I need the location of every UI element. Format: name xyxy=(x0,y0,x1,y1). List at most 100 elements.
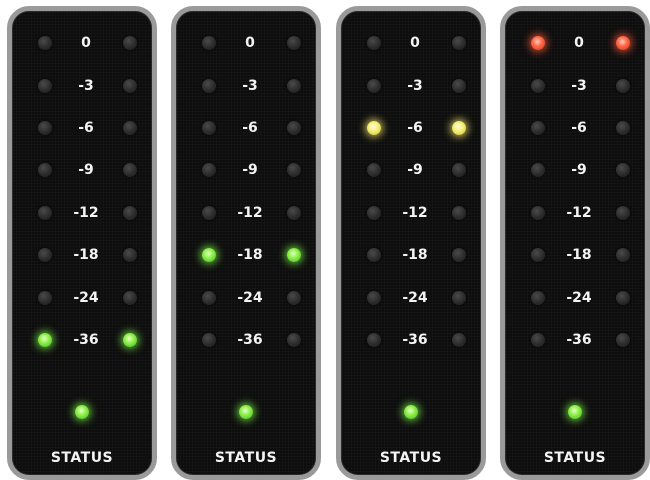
scale-label: -24 xyxy=(73,290,99,306)
left-level-led xyxy=(202,36,216,50)
meter-row-minus9: -9 xyxy=(505,160,645,180)
left-level-led xyxy=(202,291,216,305)
status-led xyxy=(568,405,582,419)
meter-row-minus9: -9 xyxy=(12,160,152,180)
scale-label: -12 xyxy=(237,205,263,221)
right-level-led xyxy=(287,248,301,262)
right-level-led xyxy=(287,206,301,220)
left-level-led xyxy=(202,333,216,347)
left-level-led xyxy=(38,333,52,347)
meter-row-minus24: -24 xyxy=(12,288,152,308)
status-label: STATUS xyxy=(543,450,607,466)
left-level-led xyxy=(38,206,52,220)
right-level-led xyxy=(616,79,630,93)
meter-row-minus18: -18 xyxy=(341,245,481,265)
status-label: STATUS xyxy=(214,450,278,466)
scale-label: -24 xyxy=(237,290,263,306)
scale-label: -3 xyxy=(242,78,258,94)
scale-label: -3 xyxy=(571,78,587,94)
right-level-led xyxy=(123,248,137,262)
meter-row-minus3: -3 xyxy=(176,76,316,96)
scale-label: -3 xyxy=(407,78,423,94)
meter-row-minus3: -3 xyxy=(12,76,152,96)
left-level-led xyxy=(531,333,545,347)
meter-panel-3: 0 -3 -6 -9 -12 -18 -24 -36 STATUS xyxy=(336,6,486,480)
scale-label: -18 xyxy=(237,247,263,263)
right-level-led xyxy=(287,163,301,177)
meter-row-minus18: -18 xyxy=(505,245,645,265)
meter-row-minus3: -3 xyxy=(505,76,645,96)
meter-row-minus6: -6 xyxy=(12,118,152,138)
meter-row-minus24: -24 xyxy=(505,288,645,308)
left-level-led xyxy=(38,248,52,262)
right-level-led xyxy=(616,333,630,347)
left-level-led xyxy=(38,36,52,50)
meter-row-minus3: -3 xyxy=(341,76,481,96)
right-level-led xyxy=(123,333,137,347)
left-level-led xyxy=(367,291,381,305)
scale-label: -9 xyxy=(242,162,258,178)
meter-row-0: 0 xyxy=(341,33,481,53)
left-level-led xyxy=(531,121,545,135)
scale-label: -9 xyxy=(571,162,587,178)
meter-row-minus12: -12 xyxy=(505,203,645,223)
meter-row-minus9: -9 xyxy=(176,160,316,180)
right-level-led xyxy=(123,36,137,50)
scale-label: -18 xyxy=(73,247,99,263)
left-level-led xyxy=(531,248,545,262)
meter-row-minus36: -36 xyxy=(341,330,481,350)
right-level-led xyxy=(452,333,466,347)
right-level-led xyxy=(452,163,466,177)
right-level-led xyxy=(616,163,630,177)
meter-row-minus24: -24 xyxy=(176,288,316,308)
scale-label: -24 xyxy=(402,290,428,306)
left-level-led xyxy=(38,121,52,135)
scale-label: -36 xyxy=(73,332,99,348)
scale-label: 0 xyxy=(245,35,255,51)
right-level-led xyxy=(287,333,301,347)
meter-panel-4: 0 -3 -6 -9 -12 -18 -24 -36 STATUS xyxy=(500,6,650,480)
right-level-led xyxy=(616,121,630,135)
status-led xyxy=(404,405,418,419)
left-level-led xyxy=(367,333,381,347)
left-level-led xyxy=(38,163,52,177)
meter-row-minus6: -6 xyxy=(176,118,316,138)
right-level-led xyxy=(287,79,301,93)
scale-label: -36 xyxy=(402,332,428,348)
left-level-led xyxy=(202,248,216,262)
right-level-led xyxy=(616,291,630,305)
right-level-led xyxy=(616,248,630,262)
right-level-led xyxy=(452,291,466,305)
meter-row-minus12: -12 xyxy=(12,203,152,223)
right-level-led xyxy=(616,36,630,50)
meter-row-minus12: -12 xyxy=(341,203,481,223)
right-level-led xyxy=(287,291,301,305)
left-level-led xyxy=(202,79,216,93)
status-label: STATUS xyxy=(50,450,114,466)
scale-label: -12 xyxy=(73,205,99,221)
left-level-led xyxy=(531,206,545,220)
status-label: STATUS xyxy=(379,450,443,466)
scale-label: -9 xyxy=(407,162,423,178)
right-level-led xyxy=(452,248,466,262)
scale-label: -36 xyxy=(237,332,263,348)
left-level-led xyxy=(367,248,381,262)
left-level-led xyxy=(367,163,381,177)
right-level-led xyxy=(287,36,301,50)
scale-label: 0 xyxy=(574,35,584,51)
right-level-led xyxy=(452,121,466,135)
scale-label: -24 xyxy=(566,290,592,306)
left-level-led xyxy=(202,163,216,177)
meter-row-minus36: -36 xyxy=(12,330,152,350)
left-level-led xyxy=(202,121,216,135)
scale-label: -6 xyxy=(407,120,423,136)
scale-label: -6 xyxy=(571,120,587,136)
left-level-led xyxy=(367,206,381,220)
meter-row-0: 0 xyxy=(12,33,152,53)
left-level-led xyxy=(367,36,381,50)
right-level-led xyxy=(123,291,137,305)
left-level-led xyxy=(531,291,545,305)
meter-row-minus24: -24 xyxy=(341,288,481,308)
meter-panel-2: 0 -3 -6 -9 -12 -18 -24 -36 STATUS xyxy=(171,6,321,480)
status-led xyxy=(75,405,89,419)
